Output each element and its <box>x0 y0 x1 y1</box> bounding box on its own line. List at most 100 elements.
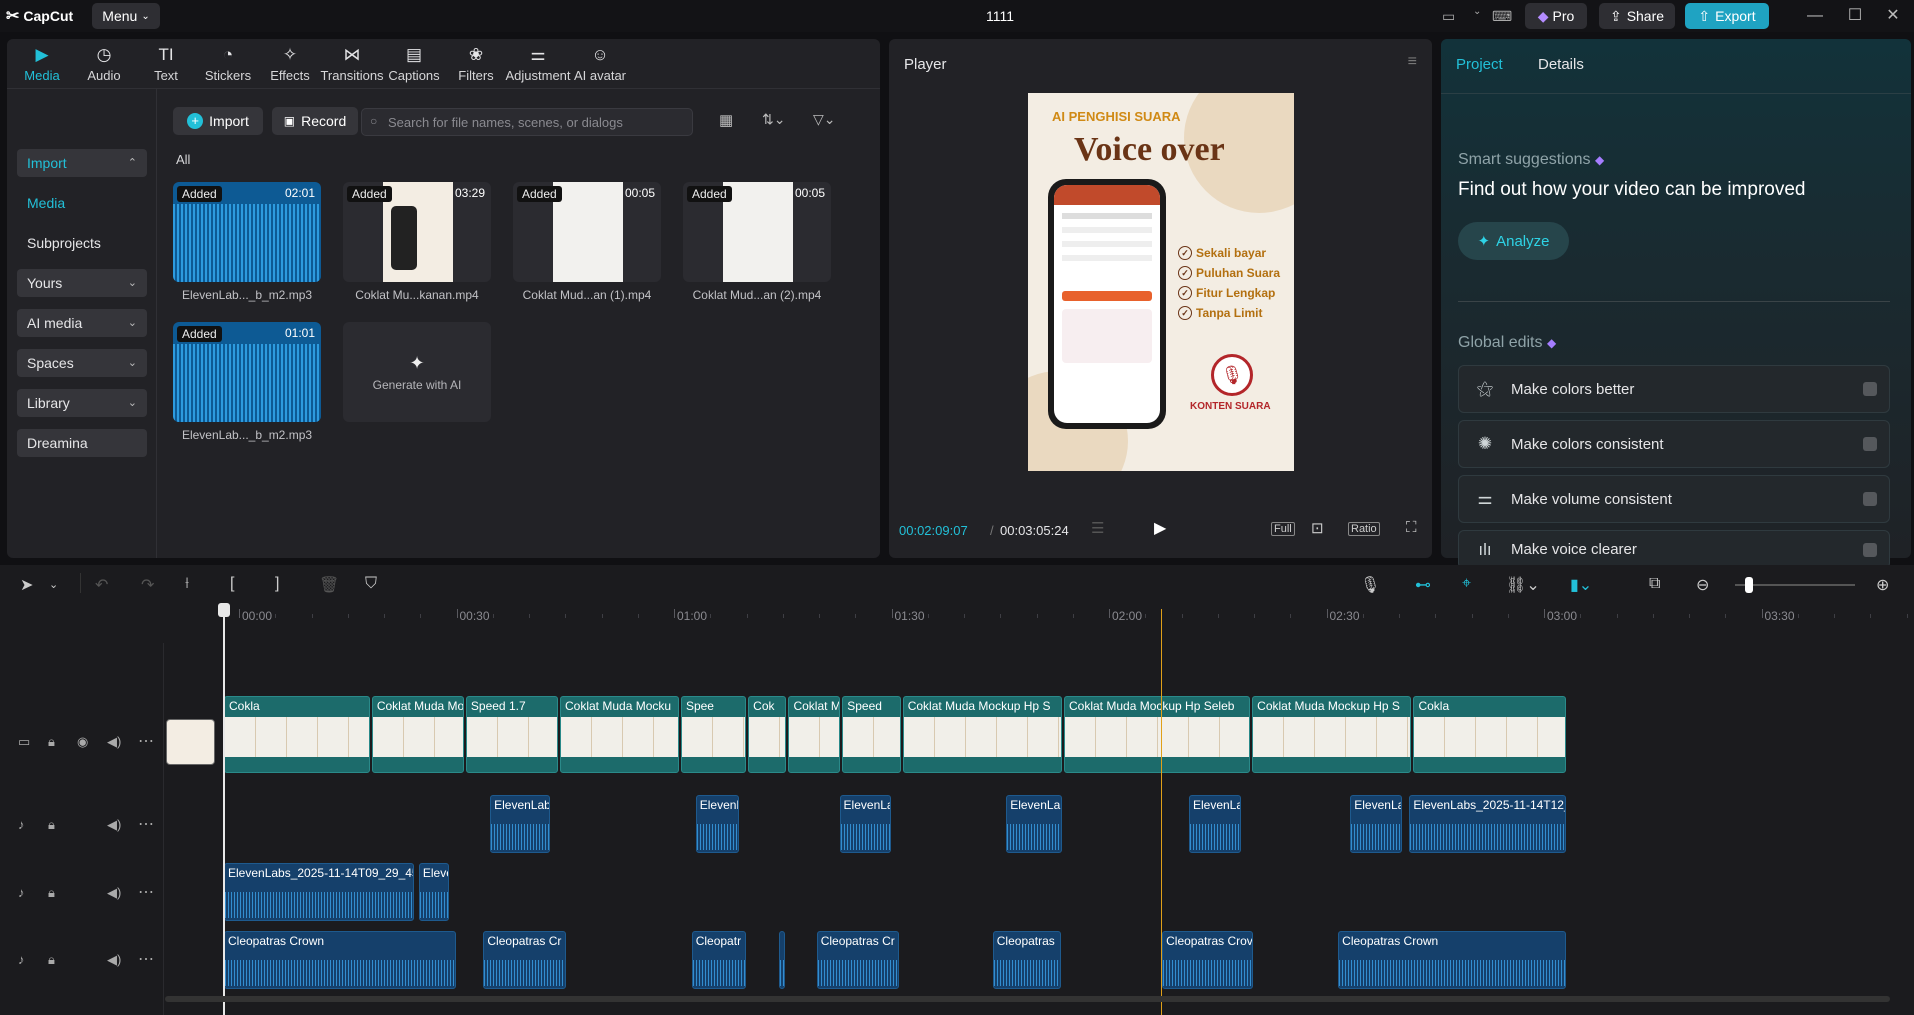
speaker-icon[interactable]: ◀︎) <box>107 734 121 750</box>
zoom-slider-handle[interactable] <box>1745 577 1754 593</box>
video-clip[interactable]: Cokla <box>1413 696 1566 773</box>
more-icon[interactable]: ⋯ <box>138 882 154 902</box>
undo-icon[interactable]: ↶ <box>95 575 108 595</box>
menu-button[interactable]: Menu ⌄ <box>92 3 160 29</box>
more-icon[interactable]: ⋯ <box>138 814 154 834</box>
video-clip[interactable]: Coklat Muda Mockup Hp S <box>1252 696 1412 773</box>
lock-icon[interactable]: 🔒︎ <box>48 952 55 968</box>
sidebar-item-dreamina[interactable]: Dreamina <box>17 429 147 457</box>
play-icon[interactable]: ▶ <box>1154 518 1166 538</box>
video-clip[interactable]: Cok <box>748 696 787 773</box>
edit-toggle[interactable] <box>1863 382 1877 396</box>
analyze-button[interactable]: ✦ Analyze <box>1458 222 1569 260</box>
minimize-icon[interactable]: — <box>1800 4 1830 28</box>
project-title[interactable]: 1111 <box>780 8 1220 24</box>
music-clip[interactable] <box>779 931 786 989</box>
sort-icon[interactable]: ⇅⌄ <box>762 111 785 128</box>
redo-icon[interactable]: ↷ <box>141 575 154 595</box>
edit-row-make-voice-clearer[interactable]: ılı Make voice clearer <box>1458 530 1890 569</box>
tab-project[interactable]: Project <box>1456 56 1503 73</box>
split-icon[interactable]: ⟊ <box>185 575 189 593</box>
video-clip[interactable]: Coklat Muda Mockup Hp S <box>902 696 1062 773</box>
media-card[interactable]: Added 03:29 <box>343 182 491 282</box>
zoom-slider-track[interactable] <box>1735 577 1855 593</box>
horizontal-scrollbar[interactable] <box>165 996 1890 1002</box>
tool-ai-avatar[interactable]: ☺ AI avatar <box>569 39 631 89</box>
video-clip[interactable]: Coklat Muda Mockup Hp Seleb <box>1064 696 1251 773</box>
edit-toggle[interactable] <box>1863 437 1877 451</box>
maximize-icon[interactable]: ☐ <box>1840 4 1870 28</box>
ratio-button[interactable]: Ratio <box>1348 522 1380 536</box>
record-button[interactable]: ▣ Record <box>272 107 358 135</box>
zoom-out-icon[interactable]: ⊖ <box>1696 575 1709 595</box>
sidebar-item-subprojects[interactable]: Subprojects <box>17 229 147 257</box>
playhead[interactable] <box>1160 609 1162 1015</box>
sidebar-item-import[interactable]: Import ⌃ <box>17 149 147 177</box>
sidebar-item-ai-media[interactable]: AI media ⌄ <box>17 309 147 337</box>
zoom-in-icon[interactable]: ⊕ <box>1876 575 1889 595</box>
import-button[interactable]: + Import <box>173 107 263 135</box>
music-clip[interactable]: Cleopatras Crov <box>1162 931 1253 989</box>
cover-thumbnail[interactable] <box>166 719 215 765</box>
audio-clip[interactable]: Eleve <box>418 863 450 921</box>
tool-stickers[interactable]: ◔ Stickers <box>197 39 259 89</box>
lock-icon[interactable]: 🔒︎ <box>48 734 55 750</box>
thumbnail-toggle-icon[interactable]: ⧉ <box>1649 575 1660 593</box>
magnet-icon[interactable]: ⊷ <box>1415 575 1431 595</box>
microphone-icon[interactable]: 🎙 <box>1360 575 1380 595</box>
tool-media[interactable]: ▶ Media <box>11 39 73 89</box>
edit-toggle[interactable] <box>1863 492 1877 506</box>
tool-effects[interactable]: ✧ Effects <box>259 39 321 89</box>
speaker-icon[interactable]: ◀︎) <box>107 817 121 833</box>
video-clip[interactable]: Speed 1.7 <box>465 696 558 773</box>
audio-clip[interactable]: ElevenLa <box>1350 795 1403 853</box>
edit-toggle[interactable] <box>1863 542 1877 557</box>
lock-icon[interactable]: 🔒︎ <box>48 885 55 901</box>
audio-track-icon[interactable]: ♪ <box>18 817 25 832</box>
auto-snap-icon[interactable]: ⌖ <box>1462 575 1471 593</box>
music-clip[interactable]: Cleopatras Cr <box>483 931 567 989</box>
audio-clip[interactable]: ElevenLabs_2025-11-14T12_ <box>1409 795 1566 853</box>
edit-row-make-volume-consistent[interactable]: ⚌ Make volume consistent <box>1458 475 1890 523</box>
tool-text[interactable]: TI Text <box>135 39 197 89</box>
audio-track-icon[interactable]: ♪ <box>18 952 25 967</box>
generate-with-ai-card[interactable]: ✦ Generate with AI <box>343 322 491 422</box>
music-clip[interactable]: Cleopatras <box>992 931 1061 989</box>
tool-transitions[interactable]: ⋈ Transitions <box>320 39 383 89</box>
cover-icon[interactable]: ▭ <box>18 734 30 750</box>
marker-icon[interactable]: ⛉ <box>365 575 377 593</box>
filter-icon[interactable]: ▽⌄ <box>813 111 836 128</box>
grid-view-icon[interactable]: ▦ <box>719 111 733 129</box>
layout-dropdown-icon[interactable]: ⌄ <box>1473 6 1481 17</box>
eye-icon[interactable]: ◉ <box>77 734 88 750</box>
tool-adjustment[interactable]: ⚌ Adjustment <box>505 39 570 89</box>
tool-filters[interactable]: ❀ Filters <box>445 39 507 89</box>
audio-clip[interactable]: ElevenL <box>695 795 740 853</box>
select-tool-icon[interactable]: ➤ <box>20 575 33 595</box>
keyboard-icon[interactable]: ⌨ <box>1492 8 1512 25</box>
layout-icon[interactable]: ▭ <box>1442 8 1455 25</box>
audio-track-icon[interactable]: ♪ <box>18 885 25 900</box>
delete-icon[interactable]: 🗑 <box>319 575 339 595</box>
video-clip[interactable]: Speed <box>842 696 901 773</box>
sidebar-item-yours[interactable]: Yours ⌄ <box>17 269 147 297</box>
sidebar-item-spaces[interactable]: Spaces ⌄ <box>17 349 147 377</box>
search-input[interactable] <box>361 108 693 136</box>
hamburger-menu-icon[interactable]: ≡ <box>1408 53 1417 71</box>
speaker-icon[interactable]: ◀︎) <box>107 885 121 901</box>
sidebar-item-media[interactable]: Media <box>17 189 147 217</box>
filter-all-label[interactable]: All <box>176 152 190 167</box>
timecode-list-icon[interactable]: ☰ <box>1091 519 1104 537</box>
audio-clip[interactable]: ElevenLa <box>1188 795 1241 853</box>
edit-row-make-colors-consistent[interactable]: ✺ Make colors consistent <box>1458 420 1890 468</box>
music-clip[interactable]: Cleopatras Crown <box>224 931 456 989</box>
video-clip[interactable]: Coklat Muda Mocku <box>560 696 679 773</box>
video-clip[interactable]: Cokla <box>224 696 370 773</box>
more-icon[interactable]: ⋯ <box>138 949 154 969</box>
fullscreen-icon[interactable]: ⛶ <box>1406 519 1417 536</box>
video-preview[interactable]: AI PENGHISI SUARA Voice over ✓ Sekali bay… <box>1028 93 1294 471</box>
media-card[interactable]: Added 01:01 <box>173 322 321 422</box>
share-button[interactable]: ⇪ Share <box>1599 3 1675 29</box>
tool-captions[interactable]: ▤ Captions <box>383 39 445 89</box>
audio-clip[interactable]: ElevenLabs_2025-11-14T09_29_45 <box>224 863 415 921</box>
